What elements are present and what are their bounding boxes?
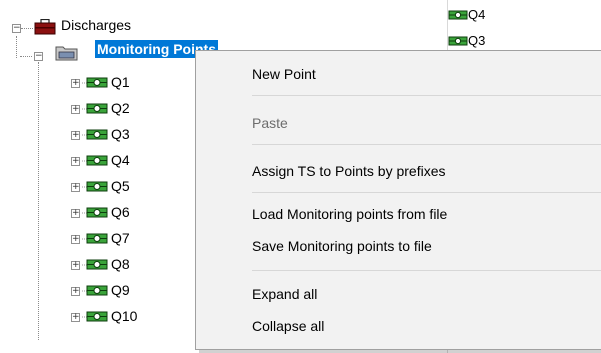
monitoring-point-icon bbox=[82, 233, 108, 244]
monitoring-point-icon bbox=[448, 10, 468, 20]
point-label: Q4 bbox=[111, 152, 130, 168]
monitoring-point-icon bbox=[82, 259, 108, 270]
point-label: Q7 bbox=[111, 230, 130, 246]
expand-toggle[interactable]: + bbox=[71, 105, 80, 114]
briefcase-icon bbox=[34, 19, 56, 35]
folder-icon bbox=[55, 46, 78, 61]
point-label: Q8 bbox=[111, 256, 130, 272]
menu-item-collapse-all[interactable]: Collapse all bbox=[197, 311, 601, 341]
monitoring-point-icon bbox=[82, 155, 108, 166]
point-label: Q1 bbox=[111, 74, 130, 90]
menu-item-assign-ts[interactable]: Assign TS to Points by prefixes bbox=[197, 156, 601, 186]
expand-toggle[interactable]: + bbox=[71, 313, 80, 322]
expand-toggle[interactable]: + bbox=[71, 131, 80, 140]
monitoring-point-icon bbox=[82, 129, 108, 140]
point-label: Q6 bbox=[111, 204, 130, 220]
menu-separator bbox=[252, 192, 601, 193]
tree-connector bbox=[38, 62, 39, 340]
tree-connector bbox=[21, 28, 33, 29]
expand-toggle[interactable]: + bbox=[71, 209, 80, 218]
menu-separator bbox=[252, 95, 601, 96]
point-label: Q3 bbox=[111, 126, 130, 142]
expand-toggle[interactable]: + bbox=[71, 183, 80, 192]
menu-item-save-points[interactable]: Save Monitoring points to file bbox=[197, 231, 601, 261]
point-label: Q9 bbox=[111, 282, 130, 298]
menu-item-load-points[interactable]: Load Monitoring points from file bbox=[197, 199, 601, 229]
monitoring-point-icon bbox=[82, 77, 108, 88]
point-label: Q5 bbox=[111, 178, 130, 194]
monitoring-point-icon bbox=[82, 285, 108, 296]
context-menu: New Point Paste Assign TS to Points by p… bbox=[195, 50, 601, 350]
monitoring-point-icon bbox=[82, 103, 108, 114]
expand-toggle[interactable]: + bbox=[71, 235, 80, 244]
tree-connector bbox=[16, 36, 17, 58]
monitoring-point-icon bbox=[82, 207, 108, 218]
expand-toggle[interactable]: + bbox=[71, 79, 80, 88]
monitoring-point-icon bbox=[448, 36, 468, 46]
menu-separator bbox=[252, 270, 601, 271]
monitoring-point-icon bbox=[82, 181, 108, 192]
monitoring-point-icon bbox=[82, 311, 108, 322]
point-label: Q10 bbox=[111, 308, 138, 324]
menu-item-paste[interactable]: Paste bbox=[197, 108, 601, 138]
expand-toggle[interactable]: + bbox=[71, 287, 80, 296]
expand-toggle[interactable]: + bbox=[71, 261, 80, 270]
tree-connector bbox=[20, 56, 32, 57]
point-label: Q2 bbox=[111, 100, 130, 116]
collapse-toggle[interactable]: − bbox=[12, 24, 21, 33]
expand-toggle[interactable]: + bbox=[71, 157, 80, 166]
right-list-label: Q4 bbox=[468, 7, 486, 22]
menu-item-expand-all[interactable]: Expand all bbox=[197, 279, 601, 309]
menu-item-new-point[interactable]: New Point bbox=[197, 59, 601, 89]
menu-separator bbox=[252, 144, 601, 145]
right-list-label: Q3 bbox=[468, 33, 486, 48]
collapse-toggle[interactable]: − bbox=[34, 52, 43, 61]
tree-node-discharges[interactable]: Discharges bbox=[61, 16, 131, 34]
